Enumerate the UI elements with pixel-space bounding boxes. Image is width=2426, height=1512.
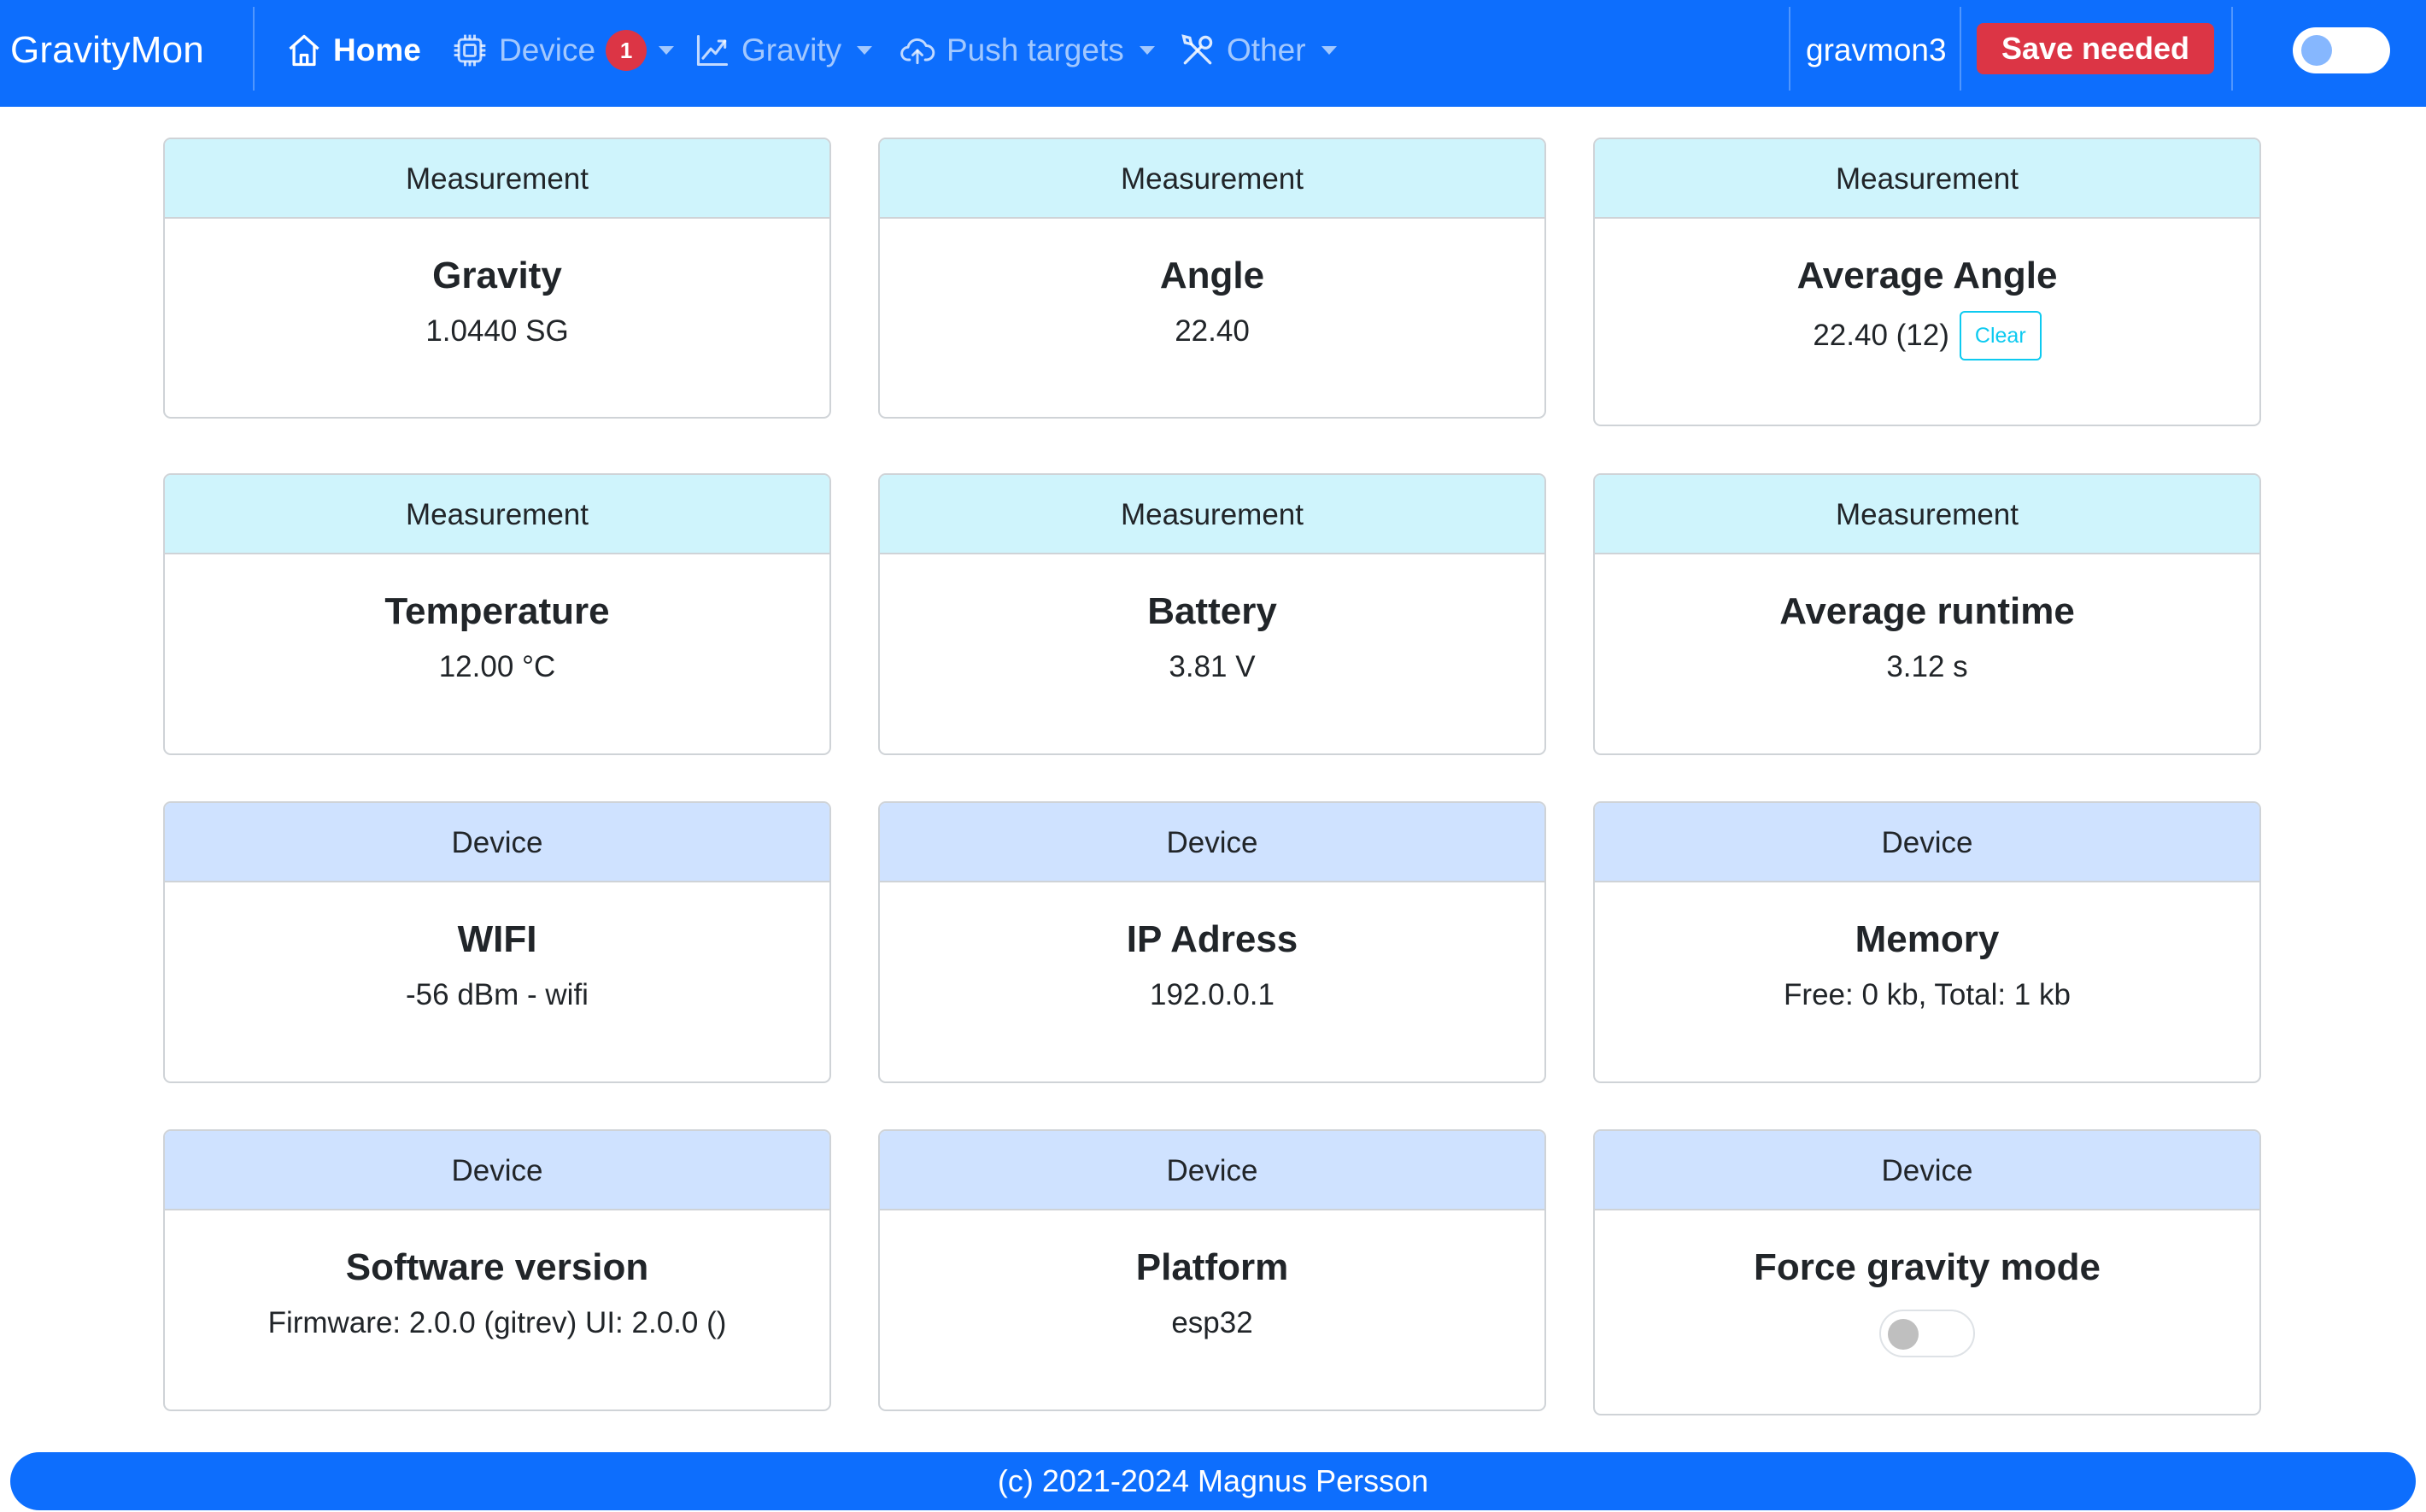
card-title: Average Angle (1796, 255, 2058, 296)
card-title: Memory (1855, 918, 2000, 960)
toggle-knob (2301, 35, 2332, 66)
nav-other-dropdown[interactable]: Other (1179, 0, 1337, 101)
house-icon (289, 34, 319, 67)
nav-home-label: Home (333, 32, 421, 67)
card-battery: Measurement Battery 3.81 V (878, 473, 1546, 755)
card-title: Angle (1159, 255, 1265, 296)
cloud-upload-icon (900, 38, 935, 65)
card-title: Average runtime (1779, 590, 2075, 632)
cpu-icon (454, 34, 486, 67)
navbar-divider (253, 7, 255, 91)
card-header: Device (1595, 803, 2259, 882)
tools-icon (1181, 34, 1213, 65)
nav-gravity-dropdown[interactable]: Gravity (694, 0, 873, 101)
card-title: Gravity (432, 255, 562, 296)
software-version-value: Firmware: 2.0.0 (gitrev) UI: 2.0.0 () (267, 1306, 727, 1339)
card-platform: Device Platform esp32 (878, 1129, 1546, 1411)
brand-title[interactable]: GravityMon (10, 0, 204, 101)
nav-gravity-label: Gravity (741, 32, 842, 67)
device-hostname: gravmon3 (1806, 32, 1947, 67)
card-memory: Device Memory Free: 0 kb, Total: 1 kb (1593, 801, 2261, 1083)
card-header: Measurement (880, 139, 1544, 219)
card-ip-address: Device IP Adress 192.0.0.1 (878, 801, 1546, 1083)
card-force-gravity-mode: Device Force gravity mode (1593, 1129, 2261, 1415)
card-header: Measurement (880, 475, 1544, 554)
card-header: Device (165, 1131, 829, 1210)
platform-value: esp32 (1171, 1306, 1253, 1339)
clear-average-button[interactable]: Clear (1959, 311, 2042, 360)
card-title: Software version (345, 1246, 649, 1288)
nav-push-targets-dropdown[interactable]: Push targets (899, 0, 1155, 101)
dark-mode-toggle[interactable] (2293, 27, 2390, 73)
card-header: Measurement (1595, 139, 2259, 219)
temperature-value: 12.00 °C (438, 650, 556, 683)
nav-home[interactable]: Home (285, 0, 421, 101)
card-angle: Measurement Angle 22.40 (878, 138, 1546, 419)
card-gravity: Measurement Gravity 1.0440 SG (163, 138, 831, 419)
card-title: Battery (1147, 590, 1277, 632)
chevron-down-icon (659, 46, 675, 55)
memory-value: Free: 0 kb, Total: 1 kb (1784, 978, 2071, 1011)
chevron-down-icon (1139, 46, 1155, 55)
toggle-knob (1888, 1319, 1919, 1350)
copyright-text: (c) 2021-2024 Magnus Persson (997, 1463, 1429, 1498)
card-header: Device (880, 1131, 1544, 1210)
card-header: Device (1595, 1131, 2259, 1210)
card-wifi: Device WIFI -56 dBm - wifi (163, 801, 831, 1083)
card-header: Measurement (165, 475, 829, 554)
nav-push-targets-label: Push targets (946, 32, 1124, 67)
wifi-value: -56 dBm - wifi (406, 978, 589, 1011)
force-gravity-mode-toggle[interactable] (1879, 1310, 1975, 1357)
navbar-divider (2231, 7, 2233, 91)
card-header: Measurement (165, 139, 829, 219)
chevron-down-icon (1321, 46, 1337, 55)
device-notification-badge: 1 (606, 30, 648, 71)
ip-address-value: 192.0.0.1 (1150, 978, 1275, 1011)
card-title: Platform (1135, 1246, 1289, 1288)
graph-up-icon (696, 34, 729, 67)
card-header: Device (165, 803, 829, 882)
navbar: GravityMon Home Device 1 Gravity Push ta… (0, 0, 2426, 107)
card-software-version: Device Software version Firmware: 2.0.0 … (163, 1129, 831, 1411)
card-average-runtime: Measurement Average runtime 3.12 s (1593, 473, 2261, 755)
card-temperature: Measurement Temperature 12.00 °C (163, 473, 831, 755)
card-average-angle: Measurement Average Angle 22.40 (12) Cle… (1593, 138, 2261, 426)
card-header: Device (880, 803, 1544, 882)
footer: (c) 2021-2024 Magnus Persson (10, 1452, 2416, 1510)
card-title: IP Adress (1126, 918, 1298, 960)
runtime-value: 3.12 s (1886, 650, 1968, 683)
card-title: Temperature (384, 590, 610, 632)
chevron-down-icon (857, 46, 873, 55)
angle-value: 22.40 (1175, 314, 1250, 348)
nav-device-label: Device (499, 32, 596, 67)
average-angle-value: 22.40 (12) (1813, 319, 1949, 352)
nav-device-dropdown[interactable]: Device 1 (451, 0, 675, 101)
save-needed-button[interactable]: Save needed (1977, 23, 2214, 74)
battery-value: 3.81 V (1169, 650, 1256, 683)
navbar-divider (1789, 7, 1790, 91)
navbar-divider (1960, 7, 1961, 91)
gravity-value: 1.0440 SG (425, 314, 569, 348)
card-header: Measurement (1595, 475, 2259, 554)
card-title: WIFI (457, 918, 537, 960)
card-title: Force gravity mode (1754, 1246, 2101, 1288)
nav-other-label: Other (1227, 32, 1306, 67)
